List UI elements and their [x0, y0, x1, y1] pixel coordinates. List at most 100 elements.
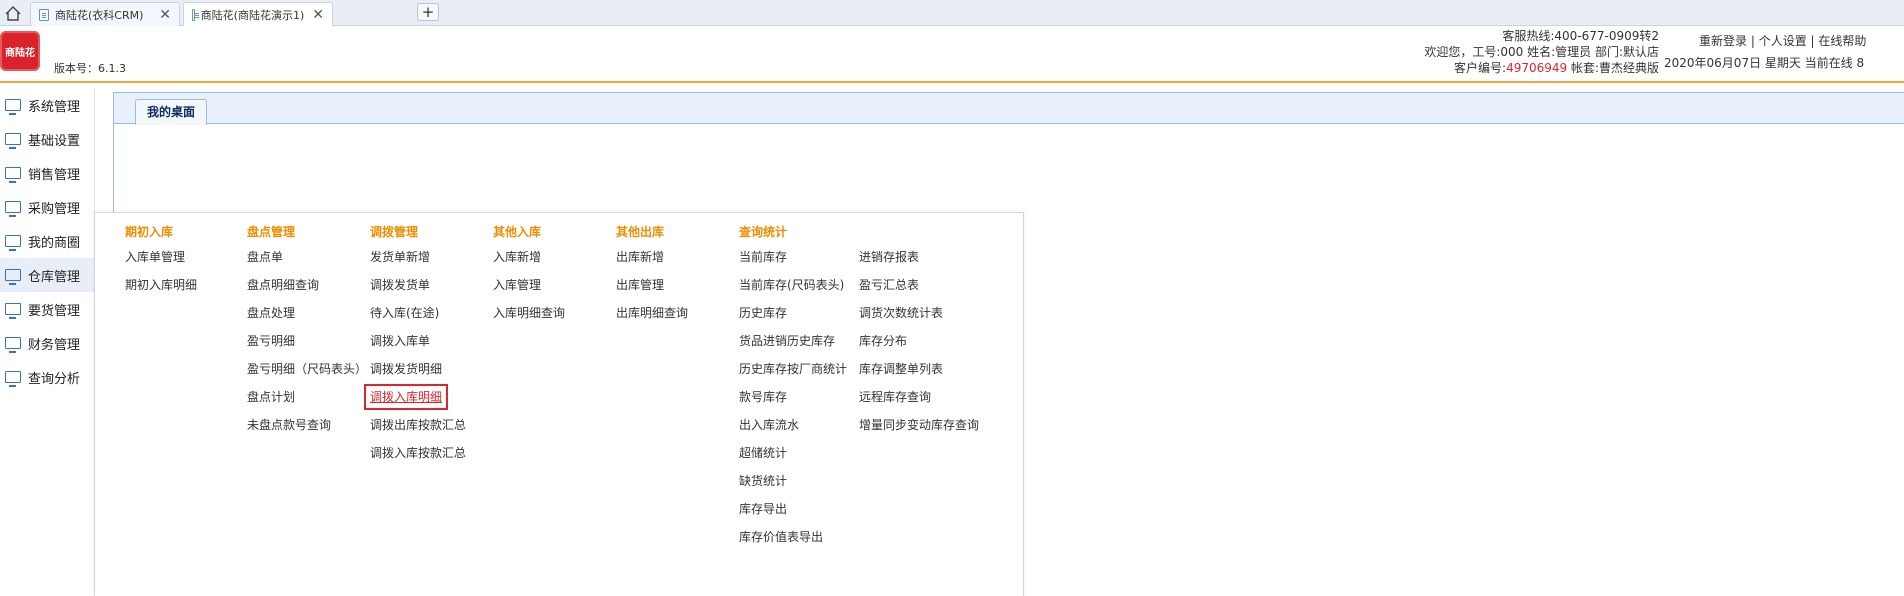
menu-column-query-stats: 查询统计 当前库存 当前库存(尺码表头) 历史库存 货品进销历史库存 历史库存按… [739, 223, 847, 558]
menu-item[interactable]: 待入库(在途) [370, 306, 466, 334]
menu-item[interactable]: 调拨发货单 [370, 278, 466, 306]
menu-item[interactable]: 入库管理 [493, 278, 565, 306]
menu-column-title: 调拨管理 [370, 225, 419, 239]
new-tab-button[interactable]: + [417, 3, 439, 21]
online-help-link[interactable]: 在线帮助 [1818, 34, 1866, 48]
sidebar-item-label: 仓库管理 [28, 269, 81, 285]
menu-item[interactable]: 缺货统计 [739, 474, 847, 502]
menu-item[interactable]: 入库新增 [493, 250, 565, 278]
menu-item[interactable]: 调拨发货明细 [370, 362, 466, 390]
sidebar-item-query-analysis[interactable]: 查询分析 [0, 360, 95, 394]
menu-item[interactable]: 库存分布 [859, 334, 979, 362]
relogin-link[interactable]: 重新登录 [1699, 34, 1747, 48]
sidebar-item-label: 查询分析 [28, 371, 81, 387]
sidebar-item-label: 基础设置 [28, 133, 81, 149]
monitor-icon [5, 235, 21, 251]
menu-item[interactable]: 进销存报表 [859, 250, 979, 278]
browser-tab-2[interactable]: 商陆花(商陆花演示1) ✕ [183, 2, 333, 26]
menu-item[interactable]: 调拨入库单 [370, 334, 466, 362]
menu-item[interactable]: 发货单新增 [370, 250, 466, 278]
menu-column-stocktake: 盘点管理 盘点单 盘点明细查询 盘点处理 盈亏明细 盈亏明细（尺码表头） 盘点计… [247, 223, 367, 446]
menu-column-other-outbound: 其他出库 出库新增 出库管理 出库明细查询 [616, 223, 688, 334]
customer-number: 49706949 [1506, 61, 1568, 75]
menu-item[interactable]: 增量同步变动库存查询 [859, 418, 979, 446]
browser-tab-strip: 商陆花(衣科CRM) ✕ 商陆花(商陆花演示1) ✕ + [0, 0, 1904, 26]
sidebar-item-label: 销售管理 [28, 167, 81, 183]
browser-tab-title: 商陆花(衣科CRM) [55, 8, 144, 22]
menu-column-title: 其他入库 [493, 225, 542, 239]
menu-item[interactable]: 盘点计划 [247, 390, 367, 418]
sidebar-item-sales[interactable]: 销售管理 [0, 156, 95, 190]
date-status: 2020年06月07日 星期天 当前在线 8 [1664, 56, 1865, 70]
menu-item[interactable]: 出库管理 [616, 278, 688, 306]
separator: | [1806, 34, 1819, 48]
menu-item[interactable]: 调货次数统计表 [859, 306, 979, 334]
app-header: 商陆花 版本号：6.1.3 客服热线:400-677-0909转2 欢迎您，工号… [0, 26, 1904, 83]
menu-column-other-inbound: 其他入库 入库新增 入库管理 入库明细查询 [493, 223, 565, 334]
menu-item[interactable]: 库存调整单列表 [859, 362, 979, 390]
user-info: 客服热线:400-677-0909转2 欢迎您，工号:000 姓名:管理员 部门… [1424, 28, 1659, 76]
menu-column-query-stats-2: 进销存报表 盈亏汇总表 调货次数统计表 库存分布 库存调整单列表 远程库存查询 … [859, 223, 979, 446]
menu-column-title: 其他出库 [616, 225, 665, 239]
menu-column-transfer: 调拨管理 发货单新增 调拨发货单 待入库(在途) 调拨入库单 调拨发货明细 调拨… [363, 223, 466, 474]
sidebar-item-basic-settings[interactable]: 基础设置 [0, 122, 95, 156]
sidebar-item-business-circle[interactable]: 我的商圈 [0, 224, 95, 258]
logo: 商陆花 [0, 31, 40, 71]
sidebar-item-label: 财务管理 [28, 337, 81, 353]
menu-item[interactable]: 超储统计 [739, 446, 847, 474]
menu-item[interactable]: 盘点明细查询 [247, 278, 367, 306]
menu-item[interactable]: 历史库存 [739, 306, 847, 334]
highlighted-link[interactable]: 调拨入库明细 [363, 384, 449, 410]
menu-item[interactable]: 出入库流水 [739, 418, 847, 446]
menu-item[interactable]: 调拨出库按款汇总 [370, 418, 466, 446]
menu-item[interactable]: 款号库存 [739, 390, 847, 418]
menu-item-highlighted[interactable]: 调拨入库明细 [363, 384, 466, 418]
menu-column-title: 查询统计 [739, 225, 788, 239]
menu-item[interactable]: 历史库存按厂商统计 [739, 362, 847, 390]
close-icon[interactable]: ✕ [159, 7, 171, 23]
menu-item[interactable]: 库存价值表导出 [739, 530, 847, 558]
menu-item[interactable]: 调拨入库按款汇总 [370, 446, 466, 474]
document-icon [39, 8, 49, 21]
close-icon[interactable]: ✕ [312, 7, 324, 23]
monitor-icon [5, 371, 21, 387]
document-icon [192, 8, 199, 21]
menu-item[interactable]: 期初入库明细 [125, 278, 197, 306]
tab-my-desktop[interactable]: 我的桌面 [135, 99, 208, 125]
package-label: 帐套:曹杰经典版 [1567, 61, 1659, 75]
header-links: 重新登录 | 个人设置 | 在线帮助 [1699, 32, 1866, 49]
menu-item[interactable]: 库存导出 [739, 502, 847, 530]
menu-column-title: 盘点管理 [247, 225, 296, 239]
sidebar-item-label: 系统管理 [28, 99, 81, 115]
sidebar-item-warehouse[interactable]: 仓库管理 [0, 258, 95, 292]
welcome-text: 欢迎您，工号:000 姓名:管理员 部门:默认店 [1424, 45, 1659, 59]
personal-settings-link[interactable]: 个人设置 [1759, 34, 1807, 48]
menu-item[interactable]: 货品进销历史库存 [739, 334, 847, 362]
menu-item[interactable]: 盈亏汇总表 [859, 278, 979, 306]
sidebar-item-system[interactable]: 系统管理 [0, 88, 95, 122]
menu-item[interactable]: 远程库存查询 [859, 390, 979, 418]
menu-item[interactable]: 盘点单 [247, 250, 367, 278]
sidebar-item-requisition[interactable]: 要货管理 [0, 292, 95, 326]
menu-item[interactable]: 盘点处理 [247, 306, 367, 334]
sidebar-item-purchase[interactable]: 采购管理 [0, 190, 95, 224]
version-label: 版本号：6.1.3 [54, 62, 126, 75]
separator: | [1747, 34, 1759, 48]
warehouse-menu-panel: 期初入库 入库单管理 期初入库明细 盘点管理 盘点单 盘点明细查询 盘点处理 盈… [94, 212, 1024, 596]
menu-item[interactable]: 当前库存 [739, 250, 847, 278]
content-tab-bar: 我的桌面 [114, 92, 1904, 125]
menu-item[interactable]: 出库新增 [616, 250, 688, 278]
browser-tab-1[interactable]: 商陆花(衣科CRM) ✕ [30, 2, 180, 26]
monitor-icon [5, 337, 21, 353]
sidebar-item-finance[interactable]: 财务管理 [0, 326, 95, 360]
menu-item[interactable]: 未盘点款号查询 [247, 418, 367, 446]
menu-item[interactable]: 入库单管理 [125, 250, 197, 278]
monitor-icon [5, 133, 21, 149]
menu-item[interactable]: 盈亏明细 [247, 334, 367, 362]
home-icon[interactable] [2, 3, 24, 23]
menu-item[interactable]: 入库明细查询 [493, 306, 565, 334]
menu-item[interactable]: 当前库存(尺码表头) [739, 278, 847, 306]
menu-item[interactable]: 盈亏明细（尺码表头） [247, 362, 367, 390]
sidebar-item-label: 采购管理 [28, 201, 81, 217]
menu-item[interactable]: 出库明细查询 [616, 306, 688, 334]
